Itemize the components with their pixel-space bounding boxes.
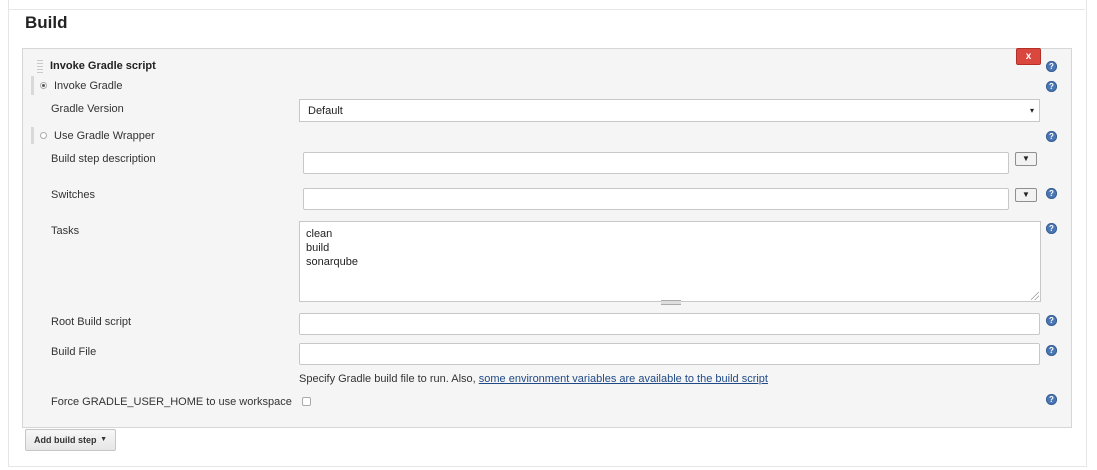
help-icon[interactable]: ?	[1046, 131, 1057, 142]
build-file-hint-text: Specify Gradle build file to run. Also,	[299, 373, 479, 385]
description-label: Build step description	[51, 153, 156, 165]
help-icon[interactable]: ?	[1046, 81, 1057, 92]
description-input[interactable]	[303, 152, 1009, 174]
switches-input[interactable]	[303, 188, 1009, 210]
gradle-version-value: Default	[308, 105, 343, 117]
expand-switches-button[interactable]: ▼	[1015, 188, 1037, 202]
build-file-hint: Specify Gradle build file to run. Also, …	[299, 373, 768, 385]
help-icon[interactable]: ?	[1046, 188, 1057, 199]
drag-handle-icon[interactable]	[37, 60, 43, 75]
force-home-checkbox[interactable]	[302, 397, 311, 406]
delete-step-button[interactable]: x	[1016, 48, 1041, 65]
env-variables-link[interactable]: some environment variables are available…	[479, 373, 768, 385]
help-icon[interactable]: ?	[1046, 315, 1057, 326]
resize-handle-icon[interactable]	[1031, 292, 1039, 300]
build-file-input[interactable]	[299, 343, 1040, 365]
section-title: Build	[25, 13, 68, 32]
help-icon[interactable]: ?	[1046, 61, 1057, 72]
use-wrapper-label[interactable]: Use Gradle Wrapper	[54, 130, 155, 142]
gradle-version-select[interactable]: Default ▾	[299, 99, 1040, 122]
add-build-step-label: Add build step	[34, 435, 97, 445]
tasks-textarea[interactable]: clean build sonarqube	[299, 221, 1041, 302]
invoke-gradle-label[interactable]: Invoke Gradle	[54, 80, 122, 92]
step-title: Invoke Gradle script	[50, 60, 156, 72]
radio-group-bar	[31, 76, 34, 95]
caret-down-icon: ▼	[100, 436, 107, 443]
build-file-label: Build File	[51, 346, 97, 358]
chevron-down-icon: ▾	[1029, 106, 1034, 115]
force-home-label: Force GRADLE_USER_HOME to use workspace	[51, 396, 292, 408]
tasks-label: Tasks	[51, 225, 80, 237]
switches-label: Switches	[51, 189, 96, 201]
help-icon[interactable]: ?	[1046, 394, 1057, 405]
root-script-input[interactable]	[299, 313, 1040, 335]
textarea-grip-icon[interactable]	[661, 300, 681, 305]
add-build-step-button[interactable]: Add build step ▼	[25, 429, 116, 451]
use-wrapper-radio[interactable]	[40, 132, 47, 139]
gradle-version-label: Gradle Version	[51, 103, 124, 115]
help-icon[interactable]: ?	[1046, 223, 1057, 234]
invoke-gradle-radio[interactable]	[40, 82, 47, 89]
radio-group-bar	[31, 127, 34, 144]
root-script-label: Root Build script	[51, 316, 132, 328]
section-divider	[8, 9, 1085, 10]
help-icon[interactable]: ?	[1046, 345, 1057, 356]
expand-description-button[interactable]: ▼	[1015, 152, 1037, 166]
